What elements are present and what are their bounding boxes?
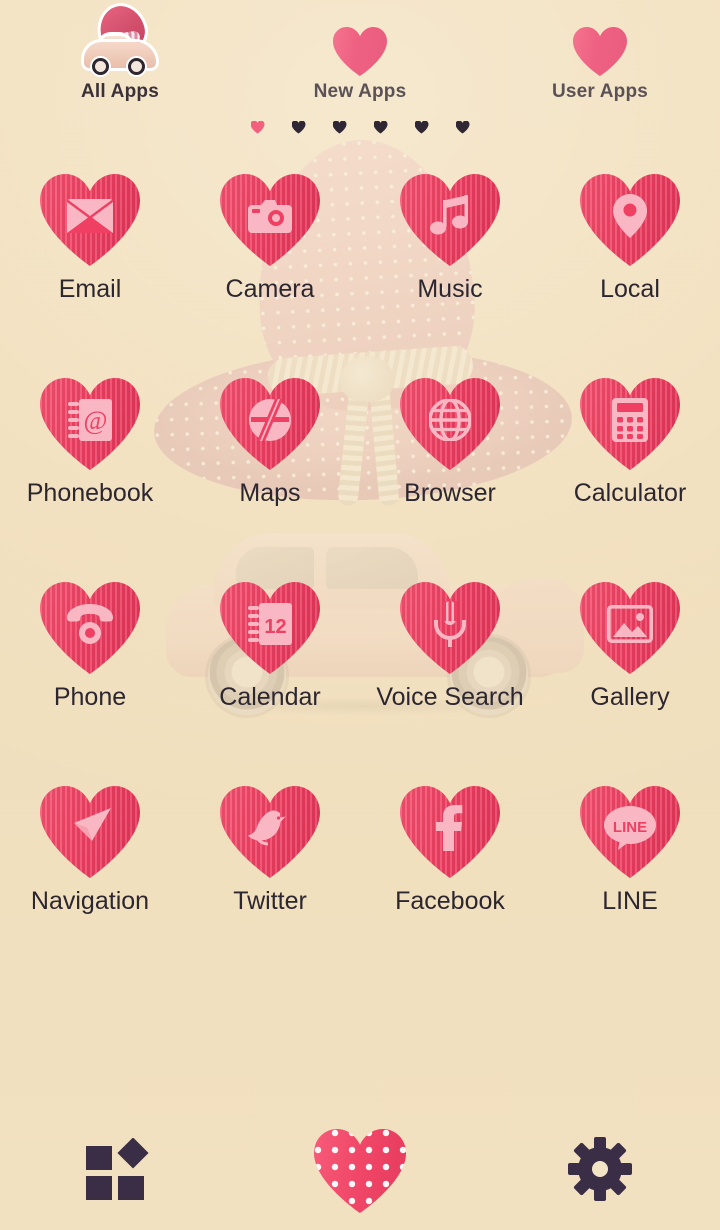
dock-bar <box>0 1112 720 1230</box>
page-dot[interactable] <box>292 121 306 134</box>
facebook-f-icon <box>400 786 500 878</box>
tab-all-apps[interactable]: All Apps <box>0 0 240 118</box>
address-book-at-icon: @ <box>40 378 140 470</box>
calendar-icon: 12 <box>220 582 320 674</box>
page-dot[interactable] <box>333 121 347 134</box>
heart-icon <box>573 6 627 78</box>
page-dot[interactable] <box>456 121 470 134</box>
app-label: Gallery <box>590 683 670 711</box>
svg-text:@: @ <box>84 406 108 435</box>
app-row: Phone 12 Calendar Voice Search Gallery <box>0 578 720 712</box>
line-wordmark: LINE <box>613 819 647 836</box>
page-dot[interactable] <box>415 121 429 134</box>
app-item-camera[interactable]: Camera <box>180 170 360 304</box>
page-indicator[interactable] <box>0 116 720 138</box>
dock-button-home[interactable] <box>240 1129 480 1213</box>
app-row: Navigation Twitter Facebook LINE LINE <box>0 782 720 916</box>
app-item-email[interactable]: Email <box>0 170 180 304</box>
navigation-arrow-icon <box>40 786 140 878</box>
app-label: Voice Search <box>376 683 524 711</box>
globe-road-icon <box>220 378 320 470</box>
app-item-calculator[interactable]: Calculator <box>540 374 720 508</box>
app-item-local[interactable]: Local <box>540 170 720 304</box>
tab-label: New Apps <box>313 81 407 102</box>
app-label: Local <box>600 275 660 303</box>
bird-icon <box>220 786 320 878</box>
app-item-line[interactable]: LINE LINE <box>540 782 720 916</box>
globe-icon <box>400 378 500 470</box>
calculator-icon <box>580 378 680 470</box>
gear-icon <box>568 1136 632 1206</box>
app-item-music[interactable]: Music <box>360 170 540 304</box>
map-pin-icon <box>580 174 680 266</box>
app-item-phone[interactable]: Phone <box>0 578 180 712</box>
music-note-icon <box>400 174 500 266</box>
app-label: LINE <box>602 887 658 915</box>
app-label: Facebook <box>395 887 505 915</box>
photo-icon <box>580 582 680 674</box>
app-item-navigation[interactable]: Navigation <box>0 782 180 916</box>
polka-dot-heart-icon <box>314 1129 406 1213</box>
app-label: Camera <box>225 275 315 303</box>
app-item-voice-search[interactable]: Voice Search <box>360 578 540 712</box>
app-label: Maps <box>239 479 301 507</box>
camera-icon <box>220 174 320 266</box>
car-with-hat-icon <box>78 0 162 78</box>
dock-button-widgets[interactable] <box>0 1136 240 1205</box>
app-item-browser[interactable]: Browser <box>360 374 540 508</box>
app-label: Browser <box>404 479 496 507</box>
app-grid: Email Camera Music Local @ Phonebook Map… <box>0 138 720 1058</box>
microphone-icon <box>400 582 500 674</box>
app-label: Email <box>58 275 122 303</box>
telephone-icon <box>40 582 140 674</box>
widgets-grid-icon <box>86 1136 154 1205</box>
app-item-calendar[interactable]: 12 Calendar <box>180 578 360 712</box>
page-dot[interactable] <box>374 121 388 134</box>
app-label: Calculator <box>573 479 687 507</box>
calendar-date-number: 12 <box>264 616 286 638</box>
heart-icon <box>333 6 387 78</box>
app-label: Calendar <box>219 683 321 711</box>
app-item-gallery[interactable]: Gallery <box>540 578 720 712</box>
app-label: Phone <box>53 683 127 711</box>
dock-button-settings[interactable] <box>480 1136 720 1206</box>
app-item-facebook[interactable]: Facebook <box>360 782 540 916</box>
app-row: Email Camera Music Local <box>0 170 720 304</box>
app-label: Phonebook <box>26 479 154 507</box>
app-row: @ Phonebook Maps Browser Calculator <box>0 374 720 508</box>
envelope-icon <box>40 174 140 266</box>
tab-label: All Apps <box>81 81 159 102</box>
tab-bar: All Apps New Apps User Apps <box>0 0 720 118</box>
tab-new-apps[interactable]: New Apps <box>240 6 480 118</box>
app-label: Twitter <box>233 887 307 915</box>
app-item-twitter[interactable]: Twitter <box>180 782 360 916</box>
app-drawer-screen: All Apps New Apps User Apps Email Camera… <box>0 0 720 1230</box>
app-label: Music <box>417 275 483 303</box>
app-item-maps[interactable]: Maps <box>180 374 360 508</box>
line-bubble-icon: LINE <box>580 786 680 878</box>
tab-label: User Apps <box>551 81 649 102</box>
app-label: Navigation <box>30 887 150 915</box>
page-dot[interactable] <box>251 121 265 134</box>
tab-user-apps[interactable]: User Apps <box>480 6 720 118</box>
app-item-phonebook[interactable]: @ Phonebook <box>0 374 180 508</box>
